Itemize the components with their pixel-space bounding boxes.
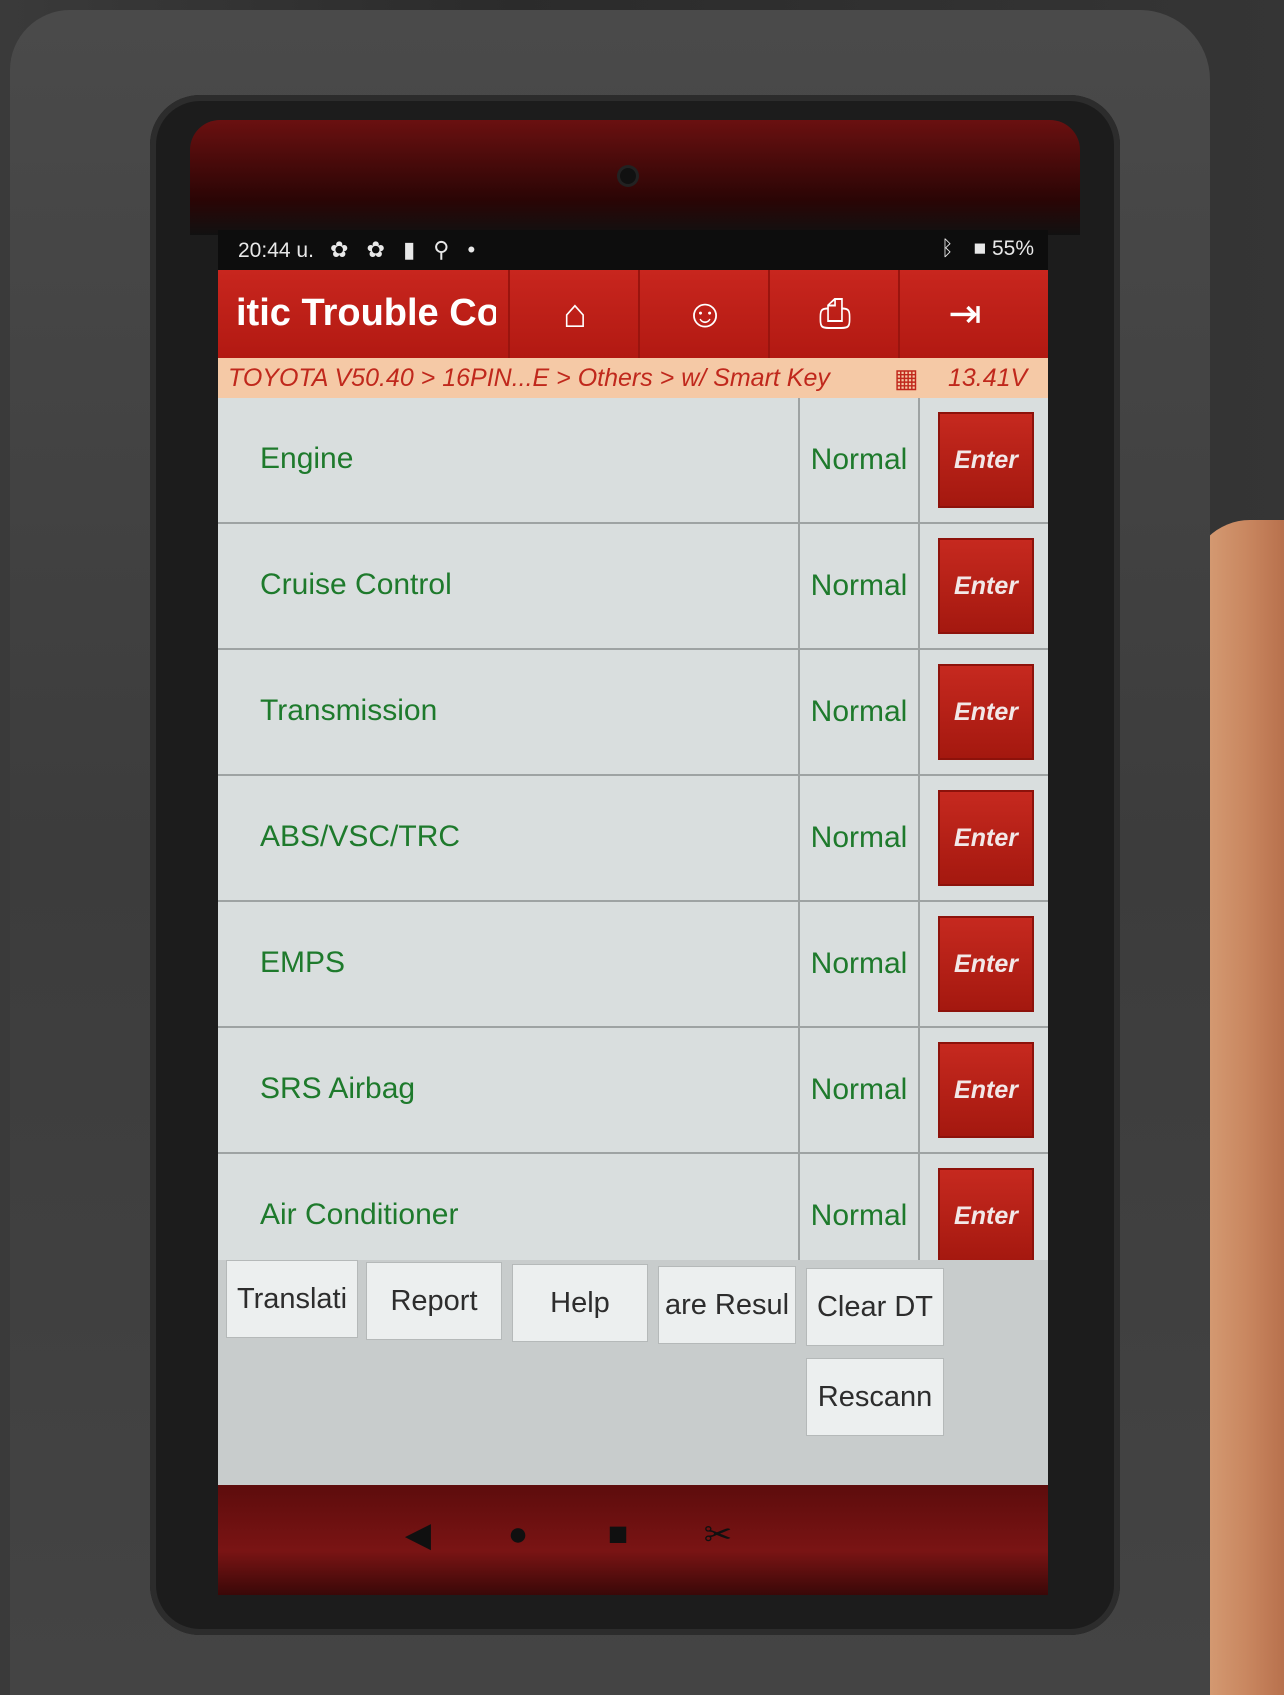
battery-voltage: 13.41V <box>948 364 1028 392</box>
battery-indicator: ■ 55% <box>973 237 1034 260</box>
exit-button[interactable]: ⇥ <box>898 270 1030 358</box>
enter-button[interactable]: Enter <box>938 1168 1034 1264</box>
enter-button[interactable]: Enter <box>938 664 1034 760</box>
status-notification-icons: ✿ ✿ ▮ ⚲ • <box>330 237 482 262</box>
exit-icon: ⇥ <box>948 292 982 336</box>
breadcrumb-path: TOYOTA V50.40 > 16PIN...E > Others > w/ … <box>228 364 830 392</box>
system-name: ABS/VSC/TRC <box>260 820 461 853</box>
bluetooth-icon: ᛒ <box>940 237 954 260</box>
recents-icon[interactable]: ■ <box>593 1515 643 1554</box>
status-bar: 20:44 u. ✿ ✿ ▮ ⚲ • ᛒ ■ 55% <box>218 230 1048 270</box>
system-status: Normal <box>798 776 920 900</box>
system-status: Normal <box>798 650 920 774</box>
system-row: SRS Airbag Normal Enter <box>218 1028 1048 1154</box>
android-nav-bar: ◀ ● ■ ✂ <box>218 1485 1048 1595</box>
system-row: Cruise Control Normal Enter <box>218 524 1048 650</box>
page-title: itic Trouble Co <box>236 292 496 334</box>
system-list: Engine Normal Enter Cruise Control Norma… <box>218 398 1048 1300</box>
print-button[interactable]: ⎙ <box>768 270 900 358</box>
system-name: Transmission <box>260 694 438 727</box>
compare-results-button[interactable]: are Resul <box>658 1266 796 1344</box>
enter-button[interactable]: Enter <box>938 1042 1034 1138</box>
system-status: Normal <box>798 398 920 522</box>
back-icon[interactable]: ◀ <box>393 1515 443 1555</box>
home-button[interactable]: ⌂ <box>508 270 640 358</box>
report-button[interactable]: Report <box>366 1262 502 1340</box>
system-name: Air Conditioner <box>260 1198 459 1231</box>
status-time: 20:44 u. <box>238 239 314 262</box>
system-name: Cruise Control <box>260 568 452 601</box>
home-nav-icon[interactable]: ● <box>493 1515 543 1554</box>
support-icon: ☺ <box>684 291 726 336</box>
system-name: SRS Airbag <box>260 1072 416 1105</box>
enter-button[interactable]: Enter <box>938 538 1034 634</box>
front-camera <box>620 168 636 184</box>
status-right: ᛒ ■ 55% <box>927 237 1034 261</box>
breadcrumb: TOYOTA V50.40 > 16PIN...E > Others > w/ … <box>218 358 1048 398</box>
system-row: ABS/VSC/TRC Normal Enter <box>218 776 1048 902</box>
clear-dtc-button[interactable]: Clear DT <box>806 1268 944 1346</box>
screenshot-icon[interactable]: ✂ <box>693 1515 743 1555</box>
translate-button[interactable]: Translati <box>226 1260 358 1338</box>
app-screen: 20:44 u. ✿ ✿ ▮ ⚲ • ᛒ ■ 55% itic Trouble … <box>218 230 1048 1485</box>
print-icon: ⎙ <box>819 291 851 336</box>
system-row: EMPS Normal Enter <box>218 902 1048 1028</box>
home-icon: ⌂ <box>562 291 588 336</box>
support-button[interactable]: ☺ <box>638 270 770 358</box>
action-bar: Translati Report Help are Resul Clear DT… <box>218 1260 1048 1485</box>
calendar-icon: ▦ <box>894 363 919 393</box>
system-name: EMPS <box>260 946 346 979</box>
help-button[interactable]: Help <box>512 1264 648 1342</box>
system-status: Normal <box>798 902 920 1026</box>
rescan-button[interactable]: Rescann <box>806 1358 944 1436</box>
enter-button[interactable]: Enter <box>938 790 1034 886</box>
title-bar: itic Trouble Co ⌂ ☺ ⎙ ⇥ <box>218 270 1048 358</box>
system-name: Engine <box>260 442 354 475</box>
system-status: Normal <box>798 524 920 648</box>
system-row: Engine Normal Enter <box>218 398 1048 524</box>
system-status: Normal <box>798 1028 920 1152</box>
system-row: Transmission Normal Enter <box>218 650 1048 776</box>
enter-button[interactable]: Enter <box>938 916 1034 1012</box>
enter-button[interactable]: Enter <box>938 412 1034 508</box>
